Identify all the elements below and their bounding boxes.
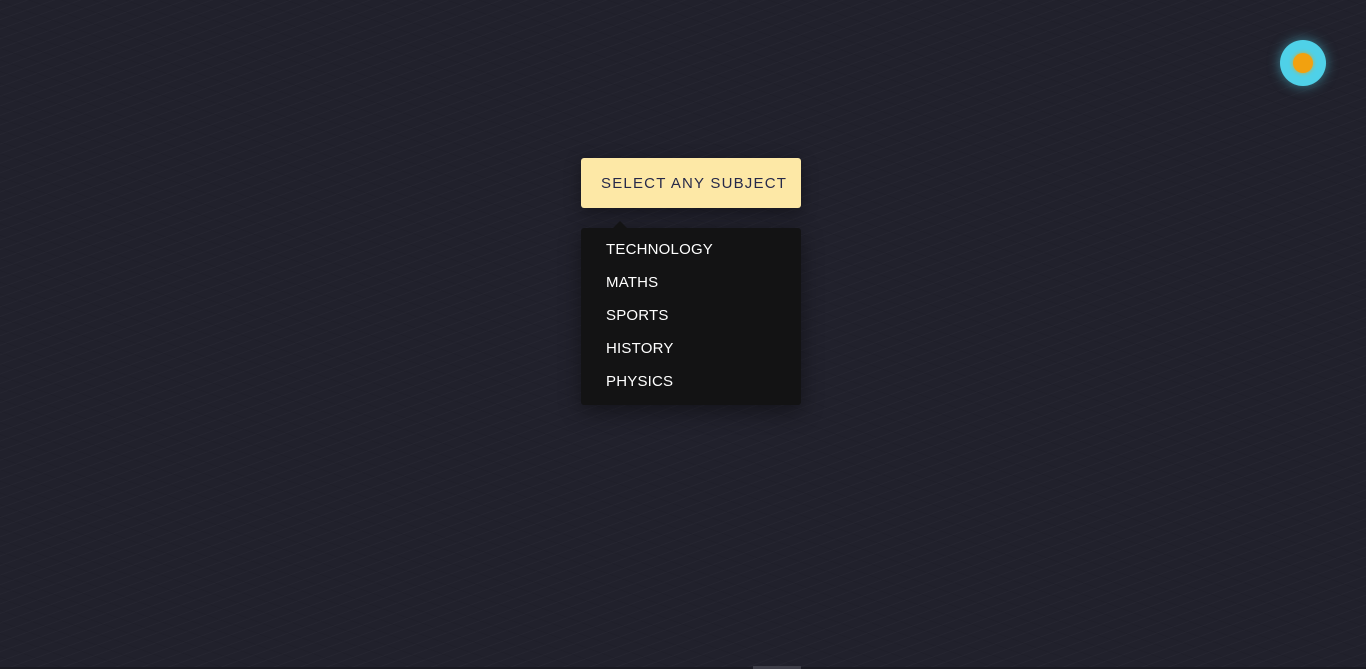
theme-toggle-button[interactable] (1280, 40, 1326, 86)
sun-icon (1293, 53, 1313, 73)
dropdown-item-technology[interactable]: TECHNOLOGY (581, 237, 801, 270)
dropdown-item-maths[interactable]: MATHS (581, 270, 801, 303)
select-subject-label: SELECT ANY SUBJECT (601, 174, 788, 192)
dropdown-item-physics[interactable]: PHYSICS (581, 369, 801, 402)
dropdown-caret (613, 221, 627, 228)
dropdown-item-sports[interactable]: SPORTS (581, 303, 801, 336)
select-subject-button[interactable]: SELECT ANY SUBJECT (581, 158, 801, 208)
dropdown-item-history[interactable]: HISTORY (581, 336, 801, 369)
subject-dropdown-menu: TECHNOLOGY MATHS SPORTS HISTORY PHYSICS (581, 221, 801, 405)
